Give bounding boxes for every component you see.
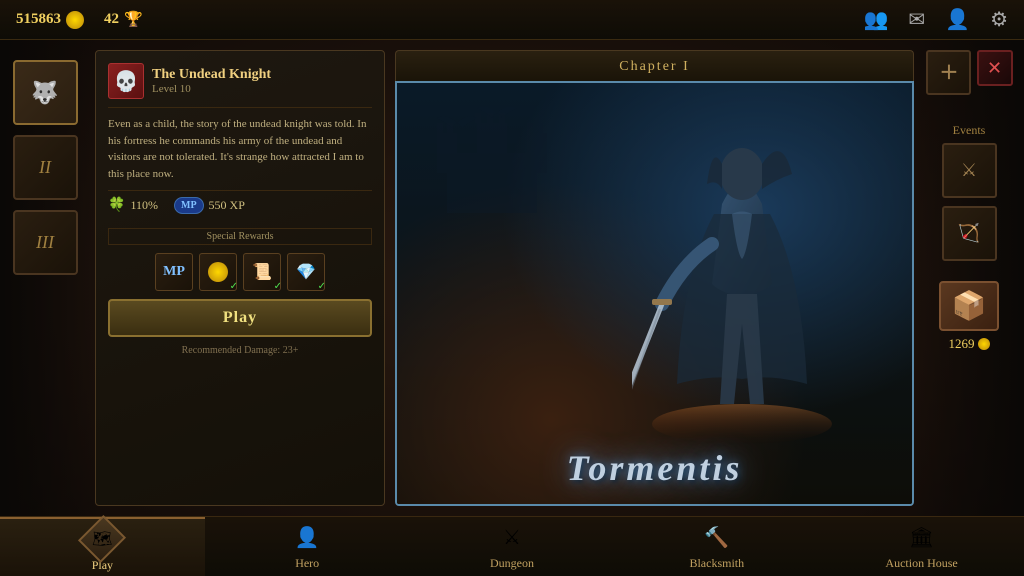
xp-badge: MP (174, 197, 204, 214)
reward-check-3: ✓ (318, 281, 326, 292)
trophy-value: 42 (104, 11, 119, 28)
reward-xp-icon: MP (163, 264, 185, 280)
chapter-3-icon: III (36, 232, 54, 253)
wolf-icon: 🐺 (31, 80, 58, 106)
event-icon-1: ⚔ (961, 160, 977, 181)
nav-play-diamond: 🗺 (78, 514, 126, 562)
trophy-display: 42 🏆 (104, 10, 143, 29)
luck-value: 110% (130, 198, 158, 213)
quest-level: Level 10 (152, 83, 271, 95)
reward-item-3: 💎 ✓ (287, 253, 325, 291)
events-section: Events ⚔ 🏹 (942, 123, 997, 261)
nav-dungeon-icon: ⚔ (496, 522, 528, 553)
skull-icon: 💀 (114, 69, 139, 94)
chapter-panel: Chapter I (395, 50, 914, 506)
clover-icon: 🍀 (108, 197, 125, 214)
bottom-nav: 🗺 Play 👤 Hero ⚔ Dungeon 🔨 Blacksmith 🏛 A… (0, 516, 1024, 576)
luck-stat: 🍀 110% (108, 197, 158, 214)
mail-icon[interactable]: ✉ (908, 7, 925, 32)
nav-dungeon[interactable]: ⚔ Dungeon (410, 517, 615, 576)
chapter-title: Chapter I (619, 59, 689, 74)
chest-count-display: 1269 (949, 336, 990, 352)
quest-title-area: The Undead Knight Level 10 (152, 67, 271, 95)
chest-icon: 📦 (952, 289, 987, 323)
chest-button[interactable]: 📦 (939, 281, 999, 331)
top-bar: 515863 42 🏆 👥 ✉ 👤 ⚙ (0, 0, 1024, 40)
coin-icon (66, 11, 84, 29)
nav-play[interactable]: 🗺 Play (0, 517, 205, 576)
close-button[interactable]: ✕ (977, 50, 1013, 86)
event-slot-2[interactable]: 🏹 (942, 206, 997, 261)
top-bar-left: 515863 42 🏆 (16, 10, 143, 29)
play-quest-button[interactable]: Play (108, 299, 372, 337)
sidebar-slot-1[interactable]: 🐺 (13, 60, 78, 125)
settings-icon[interactable]: ⚙ (990, 7, 1008, 32)
event-slot-1[interactable]: ⚔ (942, 143, 997, 198)
trophy-icon: 🏆 (124, 10, 143, 29)
avatar-icon[interactable]: 👤 (945, 7, 970, 32)
nav-hero-label: Hero (295, 556, 319, 571)
special-rewards-label: Special Rewards (108, 228, 372, 245)
rewards-grid: MP ✓ 📜 ✓ 💎 ✓ (108, 253, 372, 291)
chest-section: 📦 1269 (939, 281, 999, 352)
reward-coin-icon (208, 262, 228, 282)
nav-blacksmith[interactable]: 🔨 Blacksmith (614, 517, 819, 576)
quest-description: Even as a child, the story of the undead… (108, 107, 372, 182)
events-label: Events (953, 123, 986, 138)
reward-scroll-icon: 📜 (252, 262, 272, 282)
castle-silhouette (417, 93, 567, 213)
chapter-image[interactable]: Tormentis (395, 81, 914, 506)
events-slots: ⚔ 🏹 (942, 143, 997, 261)
recommended-damage: Recommended Damage: 23+ (108, 345, 372, 356)
nav-hero-icon: 👤 (291, 522, 323, 553)
map-icon: 🗺 (92, 529, 112, 549)
quest-icon-box: 💀 (108, 63, 144, 99)
quest-panel: 💀 The Undead Knight Level 10 Even as a c… (95, 50, 385, 506)
small-coin-icon (978, 338, 990, 350)
close-icon: ✕ (987, 58, 1002, 79)
chapter-header: Chapter I (395, 50, 914, 81)
nav-blacksmith-icon: 🔨 (701, 522, 733, 553)
xp-value: 550 XP (209, 198, 245, 213)
crossed-swords-icon[interactable]: ✕ (926, 50, 971, 95)
quest-stats: 🍀 110% MP 550 XP (108, 190, 372, 220)
reward-check-1: ✓ (230, 281, 238, 292)
quest-header: 💀 The Undead Knight Level 10 (108, 63, 372, 99)
chapter-2-icon: II (39, 157, 51, 178)
game-title: Tormentis (567, 447, 743, 489)
reward-gem-icon: 💎 (296, 262, 316, 282)
reward-item-2: 📜 ✓ (243, 253, 281, 291)
reward-coin: ✓ (199, 253, 237, 291)
nav-dungeon-label: Dungeon (490, 556, 534, 571)
nav-hero[interactable]: 👤 Hero (205, 517, 410, 576)
friends-icon[interactable]: 👥 (863, 7, 888, 32)
coins-display: 515863 (16, 11, 84, 29)
quest-name: The Undead Knight (152, 67, 271, 83)
nav-auction-label: Auction House (885, 556, 957, 571)
reward-xp: MP (155, 253, 193, 291)
reward-check-2: ✓ (274, 281, 282, 292)
chest-count-value: 1269 (949, 336, 975, 352)
main-content: 💀 The Undead Knight Level 10 Even as a c… (85, 40, 924, 516)
nav-play-icon: 🗺 (86, 523, 118, 555)
xp-stat: MP 550 XP (174, 197, 245, 214)
sidebar-slot-2[interactable]: II (13, 135, 78, 200)
nav-auction[interactable]: 🏛 Auction House (819, 517, 1024, 576)
warrior-silhouette (632, 124, 852, 444)
coins-value: 515863 (16, 11, 61, 28)
event-icon-2: 🏹 (958, 223, 980, 244)
top-bar-right: 👥 ✉ 👤 ⚙ (863, 7, 1008, 32)
left-sidebar: 🐺 II III (0, 40, 90, 516)
nav-auction-icon: 🏛 (906, 522, 938, 553)
nav-blacksmith-label: Blacksmith (689, 556, 744, 571)
sidebar-slot-3[interactable]: III (13, 210, 78, 275)
right-sidebar: ✕ ✕ Events ⚔ 🏹 📦 1269 (914, 40, 1024, 516)
